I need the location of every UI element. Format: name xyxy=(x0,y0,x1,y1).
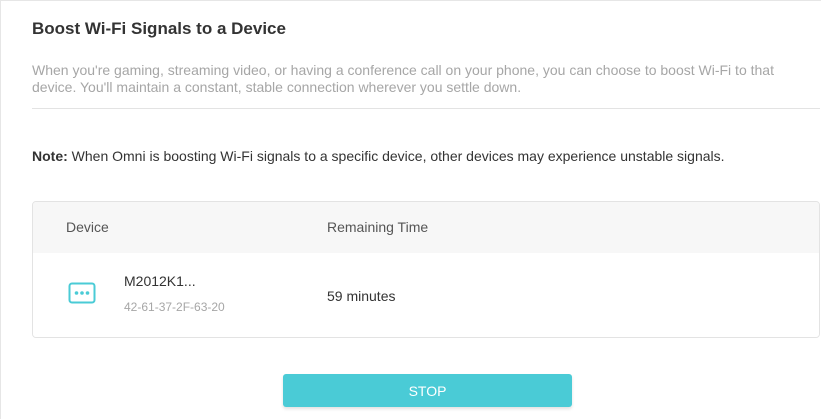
table-header: Device Remaining Time xyxy=(33,202,819,253)
note-label: Note: xyxy=(32,148,68,164)
section-description: When you're gaming, streaming video, or … xyxy=(32,62,774,95)
device-mac-address: 42-61-37-2F-63-20 xyxy=(124,300,225,314)
section-title: Boost Wi-Fi Signals to a Device xyxy=(32,19,286,38)
device-generic-icon xyxy=(68,281,96,305)
note-body: When Omni is boosting Wi-Fi signals to a… xyxy=(67,148,725,164)
stop-button[interactable]: STOP xyxy=(283,374,572,407)
device-table: Device Remaining Time M2012K1... 42-61-3… xyxy=(32,201,820,338)
divider xyxy=(32,108,820,109)
remaining-time-value: 59 minutes xyxy=(327,288,396,304)
note-text: Note: When Omni is boosting Wi-Fi signal… xyxy=(32,148,802,165)
column-header-device: Device xyxy=(66,219,109,235)
column-header-remaining-time: Remaining Time xyxy=(327,219,429,235)
device-name: M2012K1... xyxy=(124,273,196,289)
table-row: M2012K1... 42-61-37-2F-63-20 59 minutes xyxy=(33,253,819,337)
boost-wifi-panel: Boost Wi-Fi Signals to a Device When you… xyxy=(0,0,821,419)
